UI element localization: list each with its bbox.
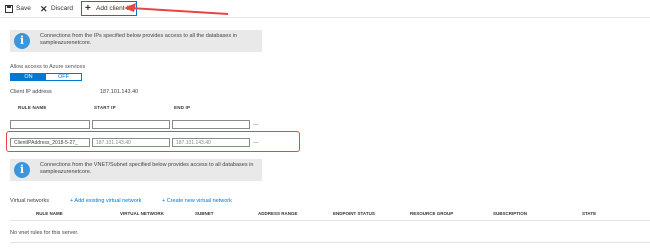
vnet-col-rule-name: RULE NAME xyxy=(36,211,63,216)
toggle-off[interactable]: OFF xyxy=(46,74,81,80)
client-ip-label: Client IP address xyxy=(10,89,52,95)
col-rule-name: RULE NAME xyxy=(18,105,47,110)
col-end-ip: END IP xyxy=(174,105,191,110)
firewall-info-text: Connections from the IPs specified below… xyxy=(40,33,237,46)
azure-services-toggle[interactable]: ON OFF xyxy=(10,73,82,81)
vnet-col-state: STATE xyxy=(582,211,597,216)
client-ip-value: 187.101.143.40 xyxy=(100,89,139,95)
vnet-col-endpoint-status: ENDPOINT STATUS xyxy=(333,211,375,216)
toggle-on[interactable]: ON xyxy=(11,74,46,80)
new-row-more-button[interactable]: ... xyxy=(253,120,259,127)
col-start-ip: START IP xyxy=(94,105,116,110)
vnet-col-subscription: SUBSCRIPTION xyxy=(493,211,528,216)
vnet-bottom-divider xyxy=(10,242,650,243)
vnet-col-virtual-network: VIRTUAL NETWORK xyxy=(120,211,164,216)
vnet-col-resource-group: RESOURCE GROUP xyxy=(410,211,454,216)
new-start-ip-input[interactable] xyxy=(92,120,170,129)
azure-services-label: Allow access to Azure services xyxy=(10,64,86,70)
vnet-col-address-range: ADDRESS RANGE xyxy=(258,211,298,216)
vnet-info-box: i Connections from the VNET/Subnet speci… xyxy=(10,159,262,181)
annotation-arrow xyxy=(124,3,229,15)
create-new-vnet-link[interactable]: + Create new virtual network xyxy=(162,198,232,204)
info-icon: i xyxy=(14,33,30,49)
annotation-highlight-box xyxy=(6,131,300,152)
vnet-header-divider xyxy=(10,220,650,221)
virtual-networks-label: Virtual networks xyxy=(10,198,50,204)
new-rule-name-input[interactable] xyxy=(10,120,90,129)
firewall-info-box: i Connections from the IPs specified bel… xyxy=(10,30,262,52)
new-end-ip-input[interactable] xyxy=(172,120,250,129)
info-icon: i xyxy=(14,162,30,178)
vnet-empty-message: No vnet rules for this server. xyxy=(10,230,79,236)
vnet-col-subnet: SUBNET xyxy=(195,211,214,216)
vnet-info-text: Connections from the VNET/Subnet specifi… xyxy=(40,162,254,175)
add-existing-vnet-link[interactable]: + Add existing virtual network xyxy=(70,198,141,204)
